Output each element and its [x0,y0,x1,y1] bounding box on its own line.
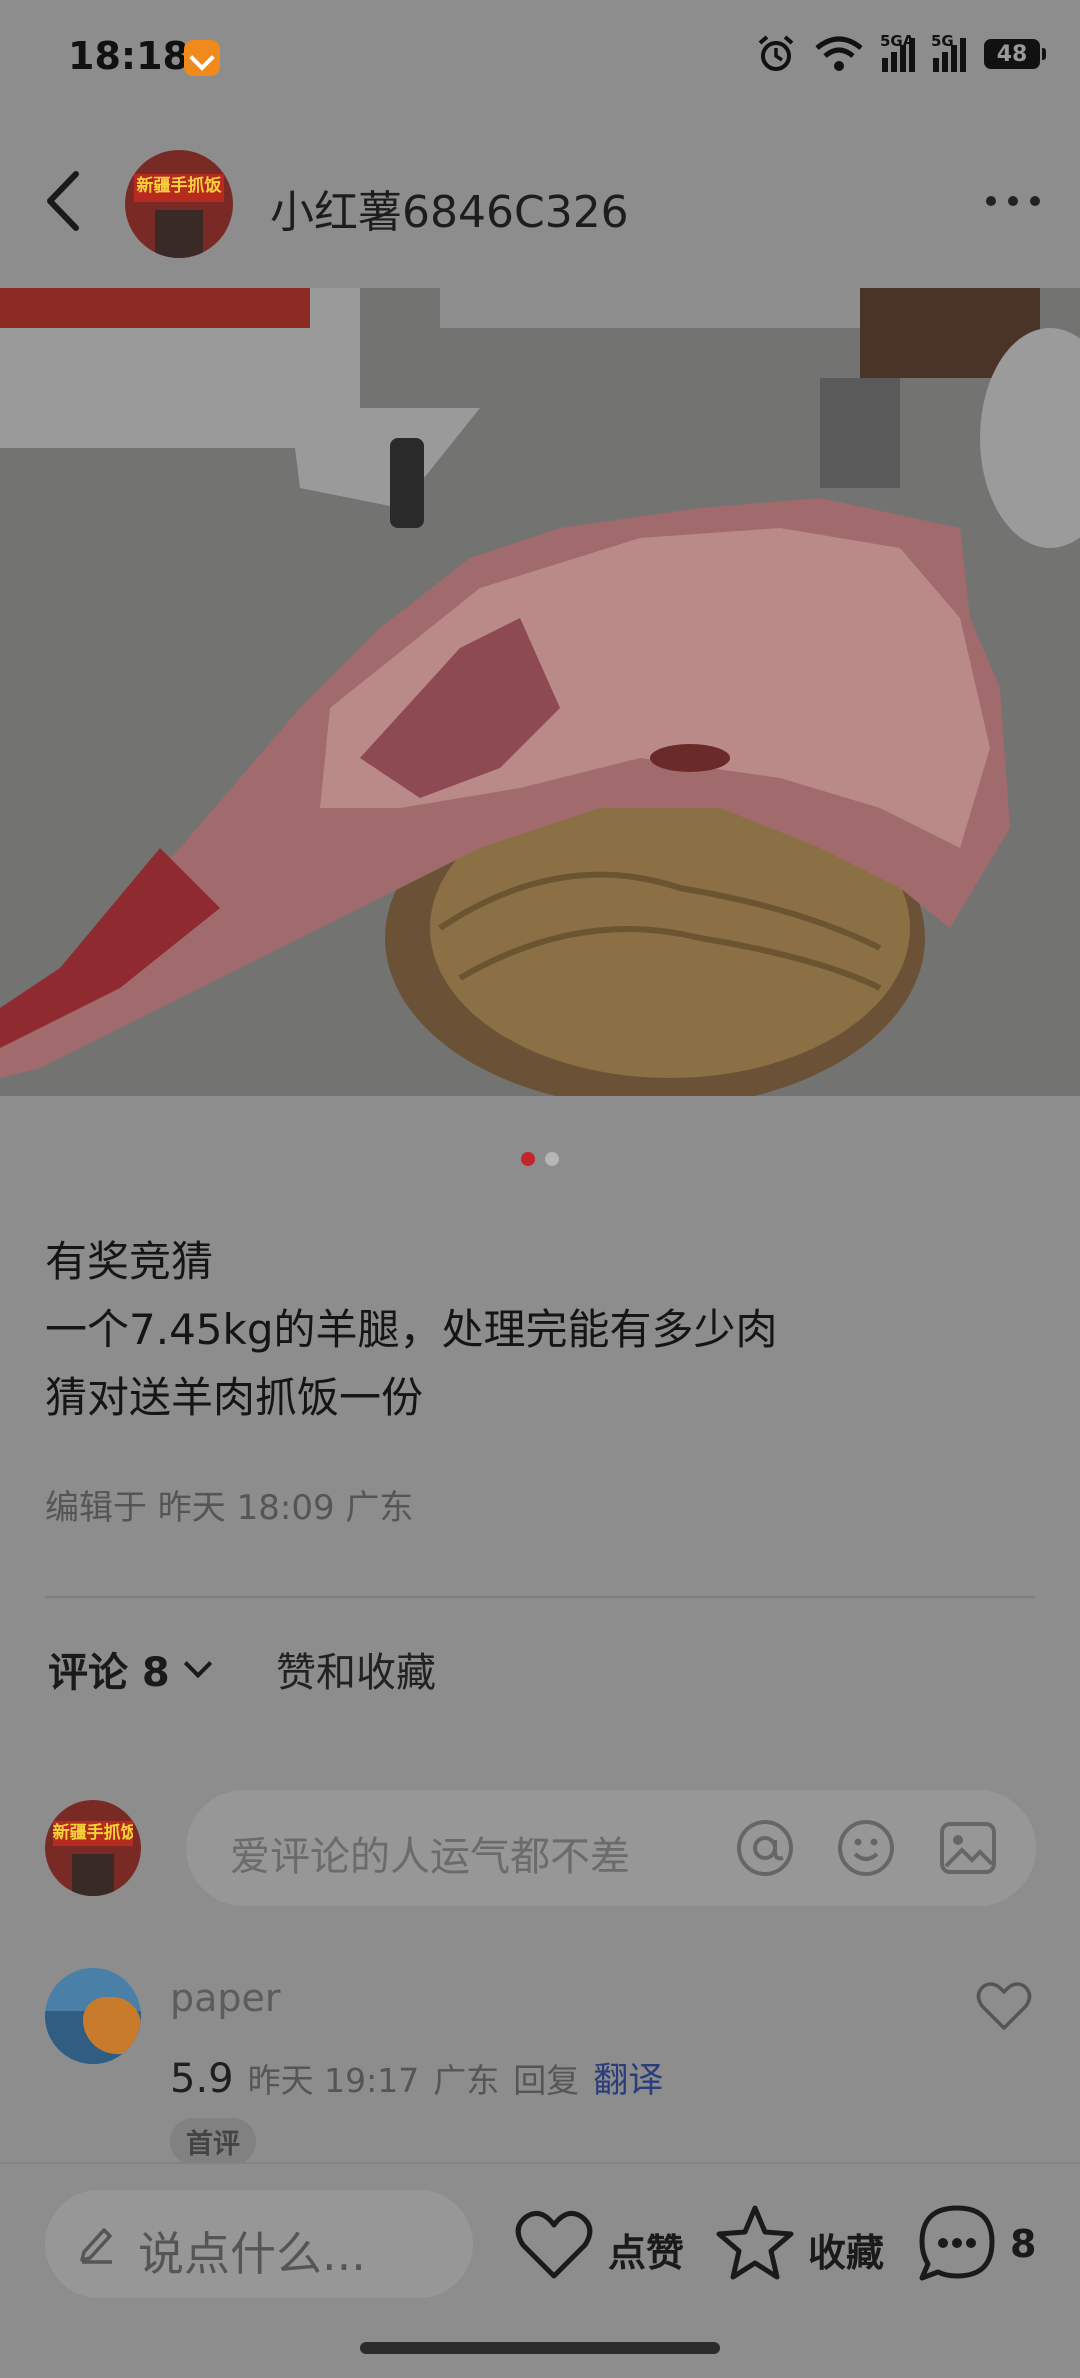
wifi-icon [815,36,863,71]
divider [45,1596,1035,1598]
signal-label: 5GA [880,32,915,50]
battery-level: 48 [996,41,1028,67]
like-button-label[interactable]: 点赞 [608,2222,684,2277]
comment-location: 广东 [433,2061,500,2100]
tab-comments[interactable]: 评论 8 [48,1640,212,1698]
comment-like-icon[interactable] [976,1980,1032,2032]
signal-icon: 5G [931,32,966,72]
mention-icon[interactable] [735,1818,795,1878]
say-something-placeholder[interactable]: 说点什么... [138,2218,366,2284]
tab-comments-label: 评论 8 [48,1650,170,1696]
carousel-dot [545,1152,559,1166]
post-title: 有奖竞猜 [45,1237,214,1286]
author-name[interactable]: 小红薯6846C326 [270,176,629,240]
avatar-sign-text: 新疆手抓饭 [52,1821,134,1847]
collect-star-icon[interactable] [714,2204,796,2282]
back-arrow-icon[interactable] [40,168,86,234]
commenter-avatar[interactable] [45,1968,141,2064]
tab-likes-and-collections[interactable]: 赞和收藏 [276,1640,436,1698]
alarm-icon [758,35,794,71]
comment-content: 5.9 昨天 19:17 广东 回复 翻译 [170,2052,663,2103]
signal-label: 5G [931,32,954,50]
comment-count[interactable]: 8 [1010,2222,1036,2266]
app-notification-icon [184,40,220,76]
comment-bubble-icon[interactable] [916,2204,998,2284]
like-heart-icon[interactable] [514,2208,594,2282]
first-comment-badge: 首评 [170,2118,256,2165]
home-indicator[interactable] [360,2342,720,2354]
status-icons: 5GA 5G 48 [756,32,1046,74]
translate-link[interactable]: 翻译 [593,2052,663,2103]
chevron-down-icon [183,1649,212,1679]
image-icon[interactable] [938,1818,998,1878]
emoji-icon[interactable] [836,1818,896,1878]
collect-button-label[interactable]: 收藏 [808,2222,884,2277]
more-options-icon[interactable] [986,196,1040,206]
status-time: 18:18 [68,34,189,78]
author-avatar[interactable]: 新疆手抓饭 [125,150,233,258]
post-meta: 编辑于 昨天 18:09 广东 [45,1488,414,1528]
carousel-indicator [0,1152,1080,1166]
signal-icon: 5GA [880,32,915,72]
reply-button[interactable]: 回复 [513,2054,579,2102]
my-avatar: 新疆手抓饭 [45,1800,141,1896]
post-image[interactable] [0,288,1080,1096]
comment-time: 昨天 19:17 [247,2061,420,2100]
carousel-dot-active [521,1152,535,1166]
commenter-name[interactable]: paper [170,1976,281,2020]
avatar-sign-text: 新疆手抓饭 [133,173,225,202]
comment-input-placeholder[interactable]: 爱评论的人运气都不差 [230,1824,630,1882]
post-line: 一个7.45kg的羊腿，处理完能有多少肉 [45,1305,778,1354]
post-body: 有奖竞猜 一个7.45kg的羊腿，处理完能有多少肉 猜对送羊肉抓饭一份 [45,1228,778,1432]
post-line: 猜对送羊肉抓饭一份 [45,1373,424,1422]
pencil-icon [80,2228,112,2264]
battery-icon: 48 [984,39,1046,69]
comment-text: 5.9 [170,2056,234,2102]
